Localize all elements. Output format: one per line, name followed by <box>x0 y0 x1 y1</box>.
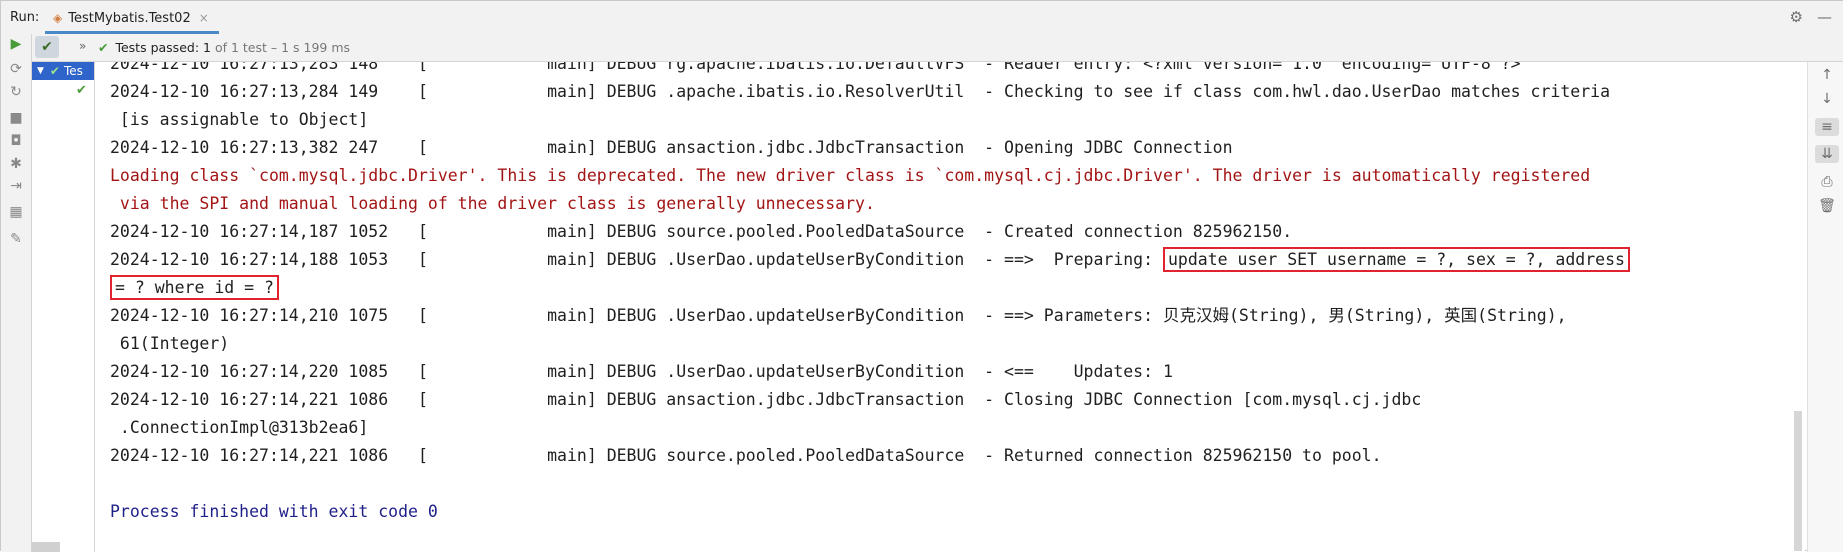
console-line: [is assignable to Object] <box>110 106 1630 134</box>
console-line-text: Loading class `com.mysql.jdbc.Driver'. T… <box>110 166 1591 185</box>
console-vertical-scrollbar[interactable] <box>1794 411 1802 551</box>
console-line-text: .ConnectionImpl@313b2ea6] <box>110 418 369 437</box>
console-line: 2024-12-10 16:27:13,284 149 [ main] DEBU… <box>110 78 1630 106</box>
show-passed-toggle[interactable]: ✔ <box>35 36 59 58</box>
left-action-toolbar: ▶ ⟳ ↻ ■ ◘ ✱ ⇥ ▦ ✎ <box>1 34 32 552</box>
console-line: Process finished with exit code 0 <box>110 498 1630 526</box>
console-line: 2024-12-10 16:27:14,220 1085 [ main] DEB… <box>110 358 1630 386</box>
console-line: = ? where id = ? <box>110 274 1630 302</box>
console-line: .ConnectionImpl@313b2ea6] <box>110 414 1630 442</box>
console-lines: 2024-12-10 16:27:13,283 148 [ main] DEBU… <box>110 62 1630 526</box>
pin-icon[interactable]: ✎ <box>8 231 24 247</box>
soft-wrap-icon[interactable]: ≡ <box>1815 118 1839 136</box>
tree-item-test-results[interactable]: ▼ ✔ Tes <box>32 62 94 80</box>
console-line: 2024-12-10 16:27:14,187 1052 [ main] DEB… <box>110 218 1630 246</box>
toggle-auto-test-icon[interactable]: ↻ <box>8 84 24 100</box>
console-line: 2024-12-10 16:27:14,188 1053 [ main] DEB… <box>110 246 1630 274</box>
console-line-text: 2024-12-10 16:27:14,187 1052 [ main] DEB… <box>110 222 1293 241</box>
close-icon[interactable]: × <box>199 11 209 25</box>
run-label: Run: <box>10 10 40 25</box>
stop-icon[interactable]: ■ <box>8 110 24 126</box>
console-line: 61(Integer) <box>110 330 1630 358</box>
console-line-text: [is assignable to Object] <box>110 110 369 129</box>
passed-count: 1 <box>203 40 211 55</box>
console-line: 2024-12-10 16:27:13,283 148 [ main] DEBU… <box>110 62 1630 78</box>
window-controls: ⚙ — <box>1790 8 1832 26</box>
console-line-text: 2024-12-10 16:27:14,221 1086 [ main] DEB… <box>110 390 1422 409</box>
console-line-text: 2024-12-10 16:27:14,188 1053 [ main] DEB… <box>110 250 1163 269</box>
console-line-text: 2024-12-10 16:27:13,283 148 [ main] DEBU… <box>110 62 1521 73</box>
console-line-text: 2024-12-10 16:27:13,284 149 [ main] DEBU… <box>110 82 1611 101</box>
console-line-text: 2024-12-10 16:27:14,210 1075 [ main] DEB… <box>110 306 1567 325</box>
test-run-icon: ◈ <box>53 11 63 25</box>
tab-title: TestMybatis.Test02 <box>68 10 191 26</box>
scroll-to-end-icon[interactable]: ⇊ <box>1815 145 1839 163</box>
console-line: 2024-12-10 16:27:14,221 1086 [ main] DEB… <box>110 442 1630 470</box>
console-line: 2024-12-10 16:27:14,221 1086 [ main] DEB… <box>110 386 1630 414</box>
rerun-failed-icon[interactable]: ⟳ <box>8 61 24 77</box>
minimize-icon[interactable]: — <box>1817 8 1832 26</box>
highlighted-sql: update user SET username = ?, sex = ?, a… <box>1163 247 1630 272</box>
child-pass-icon: ✔ <box>76 83 87 98</box>
test-status: ✔ Tests passed: 1 of 1 test – 1 s 199 ms <box>98 40 350 55</box>
run-tab-bar: Run: ◈ TestMybatis.Test02 × ⚙ — <box>1 1 1843 35</box>
console-line-text: 2024-12-10 16:27:13,382 247 [ main] DEBU… <box>110 138 1233 157</box>
console-line: Loading class `com.mysql.jdbc.Driver'. T… <box>110 162 1630 190</box>
trash-icon[interactable]: 🗑 <box>1818 197 1836 215</box>
export-icon[interactable]: ⇥ <box>8 178 24 194</box>
expand-arrow-icon[interactable]: ▼ <box>37 66 44 76</box>
scroll-down-icon[interactable]: ↓ <box>1818 90 1836 108</box>
chevron-right-icon[interactable]: » <box>79 39 86 53</box>
console-line: 2024-12-10 16:27:13,382 247 [ main] DEBU… <box>110 134 1630 162</box>
status-suffix: of 1 test – 1 s 199 ms <box>214 40 351 55</box>
pass-check-icon: ✔ <box>98 40 109 55</box>
tab-test-run[interactable]: ◈ TestMybatis.Test02 × <box>45 5 219 34</box>
console-line-text: 2024-12-10 16:27:14,220 1085 [ main] DEB… <box>110 362 1173 381</box>
console-toolbar: ↑ ↓ ≡ ⇊ ⎙ 🗑 <box>1807 62 1843 552</box>
layout-icon[interactable]: ▦ <box>8 204 24 220</box>
gear-icon[interactable]: ⚙ <box>1790 8 1803 26</box>
debug-icon[interactable]: ✱ <box>8 156 24 172</box>
console-line-text: via the SPI and manual loading of the dr… <box>110 194 875 213</box>
console-line: 2024-12-10 16:27:14,210 1075 [ main] DEB… <box>110 302 1630 330</box>
scroll-up-icon[interactable]: ↑ <box>1818 66 1836 84</box>
checkmark-icon: ✔ <box>41 39 53 55</box>
print-icon[interactable]: ⎙ <box>1818 173 1836 191</box>
run-window: Run: ◈ TestMybatis.Test02 × ⚙ — ✔ » ✔ Te… <box>0 0 1843 552</box>
pass-check-icon: ✔ <box>49 64 60 78</box>
console-line-text: 2024-12-10 16:27:14,221 1086 [ main] DEB… <box>110 446 1382 465</box>
test-toolbar: ✔ » ✔ Tests passed: 1 of 1 test – 1 s 19… <box>1 34 1843 62</box>
test-tree: ▼ ✔ Tes ✔ <box>32 62 95 552</box>
status-prefix: Tests passed: <box>115 40 200 55</box>
run-icon[interactable]: ▶ <box>8 36 24 52</box>
console-line: via the SPI and manual loading of the dr… <box>110 190 1630 218</box>
highlighted-sql: = ? where id = ? <box>110 275 279 300</box>
console-line-text: Process finished with exit code 0 <box>110 502 438 521</box>
console-output[interactable]: 2024-12-10 16:27:13,283 148 [ main] DEBU… <box>95 62 1805 552</box>
tree-item-label: Tes <box>63 64 83 78</box>
camera-icon[interactable]: ◘ <box>8 133 24 149</box>
console-line-text: 61(Integer) <box>110 334 230 353</box>
